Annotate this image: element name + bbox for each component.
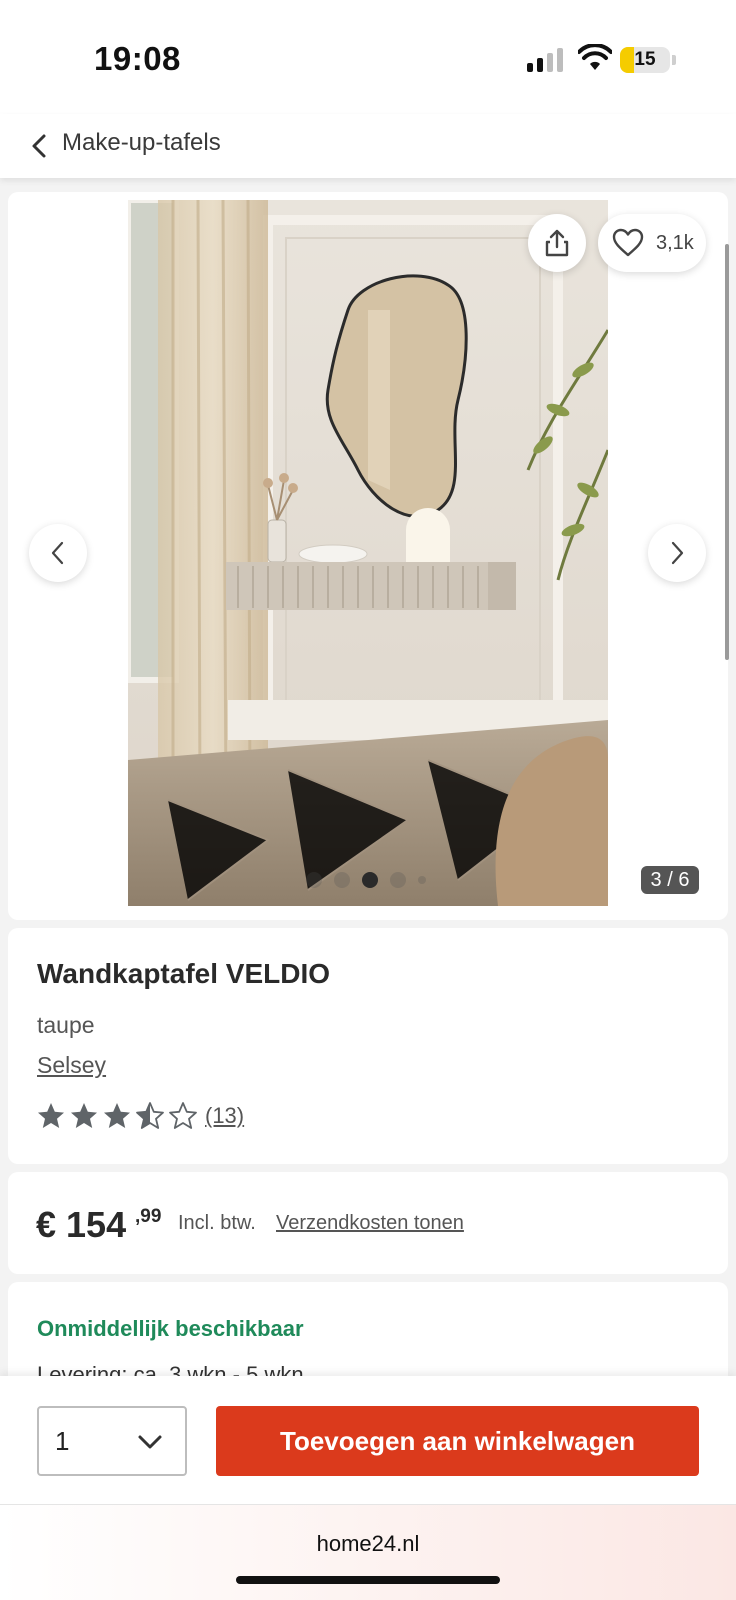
carousel-dots: [306, 872, 426, 888]
favorite-button[interactable]: 3,1k: [598, 214, 706, 272]
add-to-cart-button[interactable]: Toevoegen aan winkelwagen: [216, 1406, 699, 1476]
product-photo: [128, 200, 608, 906]
rating-count[interactable]: (13): [205, 1103, 244, 1129]
share-button[interactable]: [528, 214, 586, 272]
carousel-dot[interactable]: [390, 872, 406, 888]
favorite-count: 3,1k: [656, 232, 694, 254]
wifi-icon: [578, 44, 612, 70]
status-time: 19:08: [94, 40, 181, 77]
star-half-icon: [136, 1102, 164, 1129]
product-image[interactable]: [128, 200, 608, 906]
browser-bar: home24.nl: [0, 1504, 736, 1600]
carousel-dot[interactable]: [306, 872, 322, 888]
star-filled-icon: [38, 1103, 64, 1128]
battery-level: 15: [634, 49, 656, 70]
carousel-dot-active[interactable]: [362, 872, 378, 888]
carousel-dot[interactable]: [418, 876, 426, 884]
brand-link[interactable]: Selsey: [37, 1052, 106, 1079]
star-empty-icon: [169, 1102, 197, 1129]
previous-image-button[interactable]: [29, 524, 87, 582]
battery-icon: 15: [620, 47, 670, 73]
product-title: Wandkaptafel VELDIO: [37, 958, 331, 989]
scrollbar[interactable]: [725, 244, 729, 660]
star-filled-icon: [71, 1103, 97, 1128]
availability-status: Onmiddellijk beschikbaar: [37, 1316, 304, 1341]
carousel-dot[interactable]: [334, 872, 350, 888]
signal-icon: [527, 48, 563, 72]
battery-tip: [672, 55, 676, 65]
chevron-left-icon[interactable]: [28, 126, 52, 166]
share-icon: [545, 229, 569, 257]
nav-bar: Make-up-tafels: [0, 114, 736, 178]
chevron-right-icon: [671, 541, 684, 565]
product-color: taupe: [37, 1012, 95, 1038]
image-counter: 3 / 6: [641, 866, 699, 894]
next-image-button[interactable]: [648, 524, 706, 582]
star-filled-icon: [104, 1103, 130, 1128]
heart-icon: [612, 228, 644, 257]
price-vat-note: Incl. btw.: [178, 1212, 256, 1234]
price-main: € 154: [36, 1204, 127, 1245]
shipping-costs-link[interactable]: Verzendkosten tonen: [276, 1212, 464, 1235]
chevron-down-icon: [138, 1435, 162, 1449]
home-indicator[interactable]: [236, 1576, 500, 1584]
status-bar: 19:08 15: [0, 0, 736, 114]
url-bar[interactable]: home24.nl: [0, 1531, 736, 1557]
back-link[interactable]: Make-up-tafels: [62, 123, 221, 163]
chevron-left-icon: [51, 541, 64, 565]
rating[interactable]: (13): [36, 1101, 244, 1131]
quantity-value: 1: [55, 1426, 70, 1456]
quantity-select[interactable]: 1: [37, 1406, 187, 1476]
price-cents: ,99: [135, 1206, 162, 1227]
